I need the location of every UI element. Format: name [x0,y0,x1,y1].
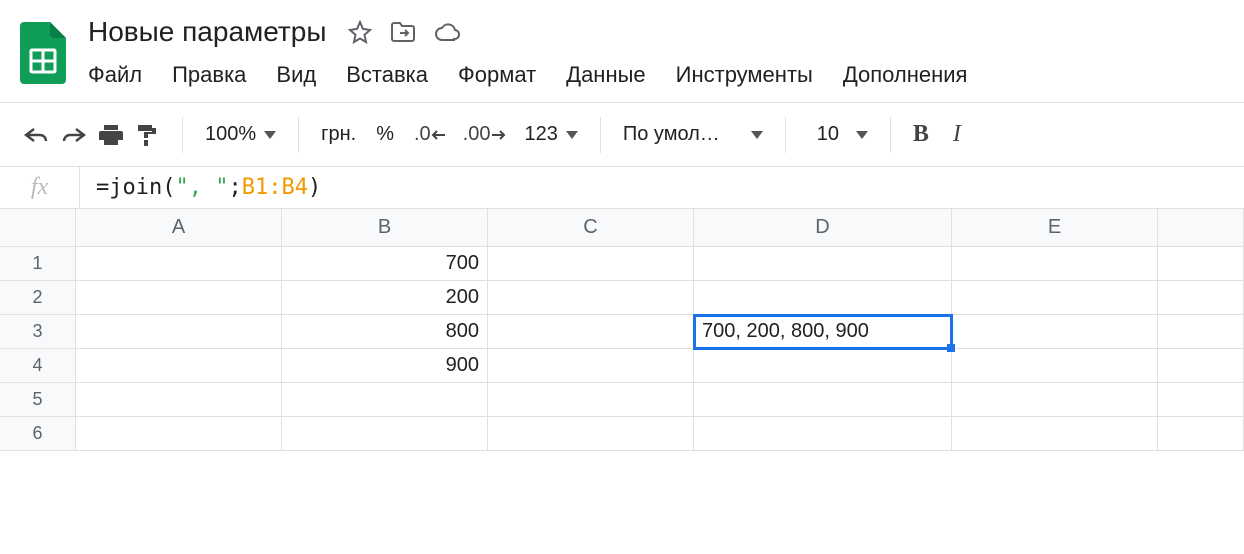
menu-data[interactable]: Данные [566,62,645,88]
font-size-dropdown[interactable]: 10 [808,123,868,146]
cell-D5[interactable] [694,383,952,417]
chevron-down-icon [856,126,868,144]
chevron-down-icon [751,126,763,144]
cell-B4[interactable]: 900 [282,349,488,383]
cell-E2[interactable] [952,281,1158,315]
cell-F4[interactable] [1158,349,1244,383]
font-dropdown[interactable]: По умол… [623,123,763,146]
more-formats-dropdown[interactable]: 123 [524,123,577,146]
redo-button[interactable] [60,125,88,145]
row-header[interactable]: 5 [0,383,76,417]
cell-A3[interactable] [76,315,282,349]
cell-E3[interactable] [952,315,1158,349]
cell-A1[interactable] [76,247,282,281]
menu-addons[interactable]: Дополнения [843,62,968,88]
cell-A2[interactable] [76,281,282,315]
zoom-value: 100% [205,123,256,146]
cell-F2[interactable] [1158,281,1244,315]
cell-C3[interactable] [488,315,694,349]
move-icon[interactable] [390,21,416,43]
cell-C1[interactable] [488,247,694,281]
cell-C6[interactable] [488,417,694,451]
row-header[interactable]: 1 [0,247,76,281]
menu-edit[interactable]: Правка [172,62,246,88]
col-header[interactable] [1158,209,1244,247]
menu-format[interactable]: Формат [458,62,536,88]
menu-insert[interactable]: Вставка [346,62,428,88]
cell-F1[interactable] [1158,247,1244,281]
menu-bar: Файл Правка Вид Вставка Формат Данные Ин… [84,52,1228,102]
cell-E6[interactable] [952,417,1158,451]
row-header[interactable]: 3 [0,315,76,349]
cell-C5[interactable] [488,383,694,417]
cell-E1[interactable] [952,247,1158,281]
font-name: По умол… [623,123,743,146]
formula-bar: fx =join(", ";B1:B4) [0,167,1244,209]
select-all-corner[interactable] [0,209,76,247]
print-button[interactable] [98,123,124,147]
menu-file[interactable]: Файл [88,62,142,88]
cell-F6[interactable] [1158,417,1244,451]
col-header[interactable]: B [282,209,488,247]
more-formats-label: 123 [524,123,557,146]
cell-A6[interactable] [76,417,282,451]
col-header[interactable]: A [76,209,282,247]
cell-D1[interactable] [694,247,952,281]
row-header[interactable]: 4 [0,349,76,383]
cloud-saved-icon[interactable] [434,22,462,42]
col-header[interactable]: D [694,209,952,247]
menu-tools[interactable]: Инструменты [676,62,813,88]
col-header[interactable]: C [488,209,694,247]
currency-button[interactable]: грн. [321,123,356,146]
row-header[interactable]: 2 [0,281,76,315]
cell-B2[interactable]: 200 [282,281,488,315]
menu-view[interactable]: Вид [276,62,316,88]
percent-button[interactable]: % [376,123,394,146]
doc-title[interactable]: Новые параметры [84,14,330,50]
col-header[interactable]: E [952,209,1158,247]
cell-A4[interactable] [76,349,282,383]
decrease-decimal-button[interactable]: .0 [414,123,447,146]
cell-D6[interactable] [694,417,952,451]
cell-D4[interactable] [694,349,952,383]
star-icon[interactable] [348,20,372,44]
chevron-down-icon [264,126,276,144]
cell-F3[interactable] [1158,315,1244,349]
zoom-dropdown[interactable]: 100% [205,123,276,146]
cell-B1[interactable]: 700 [282,247,488,281]
paint-format-button[interactable] [134,122,160,148]
fx-label: fx [0,167,80,208]
toolbar: 100% грн. % .0 .00 123 По умол… 10 [0,103,1244,167]
cell-D3[interactable]: 700, 200, 800, 900 [694,315,952,349]
bold-button[interactable]: B [913,121,929,148]
sheets-logo[interactable] [16,16,70,90]
row-header[interactable]: 6 [0,417,76,451]
font-size-value: 10 [808,123,848,146]
cell-C2[interactable] [488,281,694,315]
cell-C4[interactable] [488,349,694,383]
increase-decimal-button[interactable]: .00 [463,123,507,146]
cell-F5[interactable] [1158,383,1244,417]
cell-E4[interactable] [952,349,1158,383]
cell-A5[interactable] [76,383,282,417]
cell-B3[interactable]: 800 [282,315,488,349]
cell-B6[interactable] [282,417,488,451]
cell-D2[interactable] [694,281,952,315]
undo-button[interactable] [22,125,50,145]
cell-E5[interactable] [952,383,1158,417]
spreadsheet-grid: 1 2 3 4 5 6 A B 700 200 800 900 C [0,209,1244,451]
formula-input[interactable]: =join(", ";B1:B4) [80,175,321,200]
cell-B5[interactable] [282,383,488,417]
chevron-down-icon [566,126,578,144]
italic-button[interactable]: I [953,121,961,148]
